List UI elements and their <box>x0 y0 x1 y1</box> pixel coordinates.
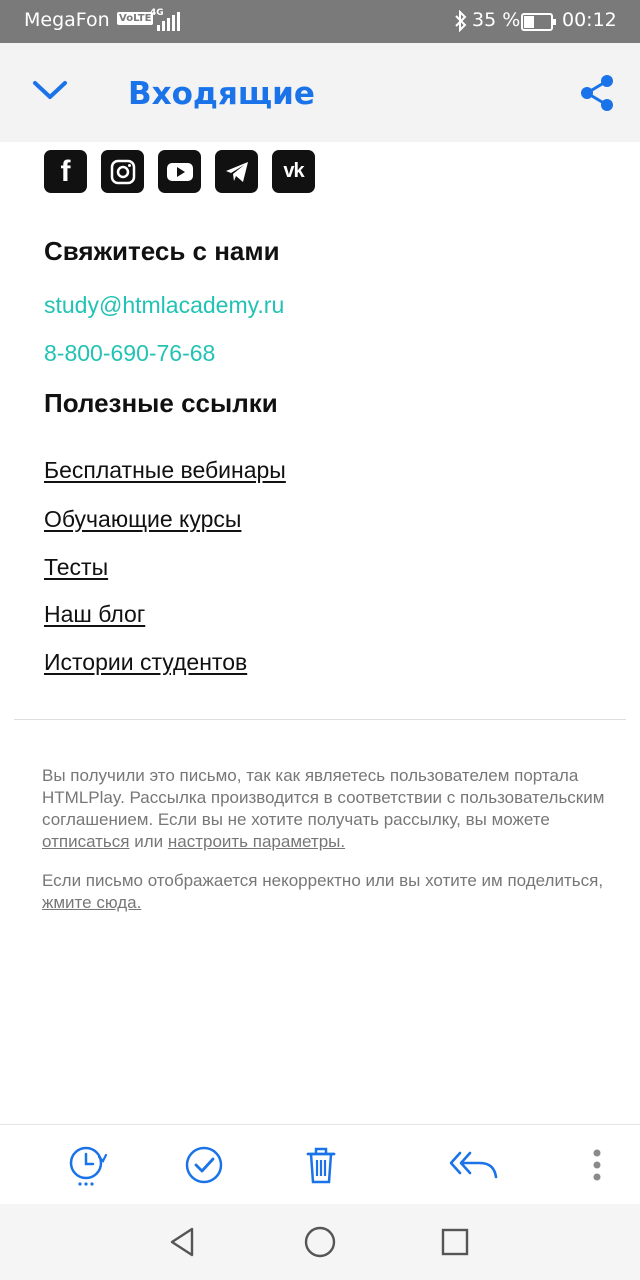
battery-percent: 35 % <box>472 9 521 31</box>
divider <box>14 719 626 720</box>
square-recents-icon <box>441 1228 469 1256</box>
chevron-down-icon[interactable] <box>30 75 70 105</box>
nav-home-button[interactable] <box>302 1224 338 1260</box>
link-webinars[interactable]: Бесплатные вебинары <box>44 457 286 484</box>
reply-all-button[interactable] <box>448 1143 500 1187</box>
snooze-button[interactable] <box>66 1143 110 1187</box>
signal-icon <box>157 12 180 31</box>
click-here-link[interactable]: жмите сюда. <box>42 893 141 912</box>
footer-notice-text: Вы получили это письмо, так как являетес… <box>42 766 605 829</box>
more-options-button[interactable] <box>575 1143 619 1187</box>
app-header: Входящие <box>0 43 640 142</box>
link-tests[interactable]: Тесты <box>44 554 108 581</box>
reply-all-icon <box>449 1151 498 1179</box>
social-links: f vk <box>44 150 315 193</box>
circle-home-icon <box>304 1226 336 1258</box>
useful-links-heading: Полезные ссылки <box>44 388 278 418</box>
triangle-back-icon <box>170 1227 194 1257</box>
mark-done-button[interactable] <box>182 1143 226 1187</box>
share-icon[interactable] <box>578 73 616 113</box>
system-nav-bar <box>0 1204 640 1280</box>
footer-notice: Вы получили это письмо, так как являетес… <box>42 765 612 853</box>
carrier-name: MegaFon <box>24 9 110 31</box>
contact-heading: Свяжитесь с нами <box>44 236 280 266</box>
battery-icon <box>521 13 556 31</box>
link-courses[interactable]: Обучающие курсы <box>44 506 241 533</box>
nav-recents-button[interactable] <box>437 1224 473 1260</box>
status-bar: MegaFon VoLTE 4G 35 % 00:12 <box>0 0 640 43</box>
facebook-icon[interactable]: f <box>44 150 87 193</box>
link-blog[interactable]: Наш блог <box>44 601 145 628</box>
settings-link[interactable]: настроить параметры. <box>168 832 345 851</box>
trash-icon <box>306 1147 336 1184</box>
contact-phone-link[interactable]: 8-800-690-76-68 <box>44 340 215 367</box>
clock: 00:12 <box>562 9 617 31</box>
action-bar <box>0 1124 640 1204</box>
more-vertical-icon <box>593 1149 601 1181</box>
footer-display-text: Если письмо отображается некорректно или… <box>42 871 604 890</box>
instagram-icon[interactable] <box>101 150 144 193</box>
footer-display-note: Если письмо отображается некорректно или… <box>42 870 612 914</box>
footer-or-text: или <box>129 832 168 851</box>
page-title: Входящие <box>128 76 315 112</box>
link-student-stories[interactable]: Истории студентов <box>44 649 247 676</box>
clock-snooze-icon <box>69 1146 108 1186</box>
volte-badge: VoLTE <box>117 12 154 25</box>
vk-icon[interactable]: vk <box>272 150 315 193</box>
check-circle-icon <box>185 1146 223 1184</box>
telegram-icon[interactable] <box>215 150 258 193</box>
delete-button[interactable] <box>299 1143 343 1187</box>
unsubscribe-link[interactable]: отписаться <box>42 832 130 851</box>
youtube-icon[interactable] <box>158 150 201 193</box>
contact-email-link[interactable]: study@htmlacademy.ru <box>44 292 284 319</box>
bluetooth-icon <box>455 10 467 32</box>
nav-back-button[interactable] <box>164 1224 200 1260</box>
